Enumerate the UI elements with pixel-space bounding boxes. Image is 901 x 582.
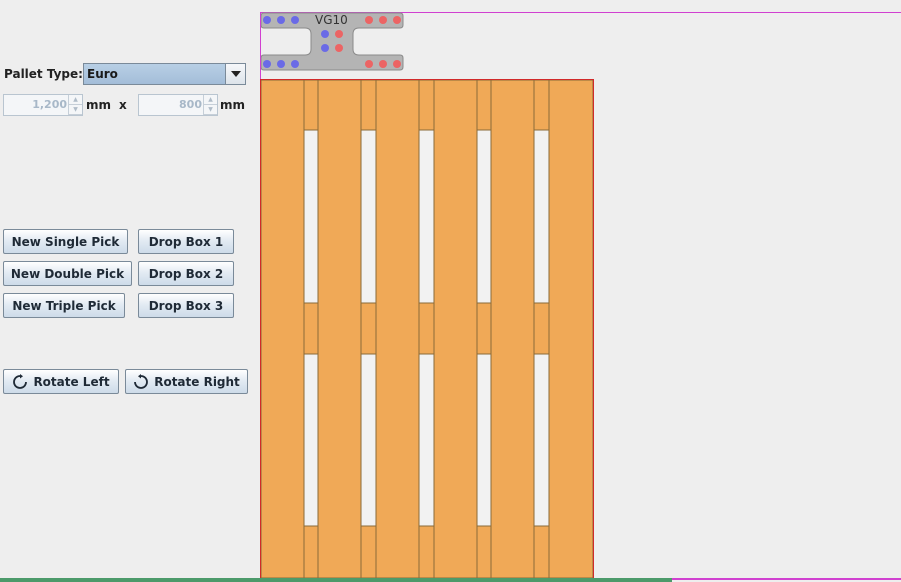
pallet-board (375, 79, 420, 579)
width-spinner[interactable]: 1,200 ▲ ▼ (3, 94, 83, 116)
drop-box-1-button[interactable]: Drop Box 1 (138, 229, 234, 254)
new-single-pick-button[interactable]: New Single Pick (3, 229, 128, 254)
pallet-gap (303, 79, 319, 579)
spinner-down-icon[interactable]: ▼ (69, 105, 82, 115)
spinner-down-icon[interactable]: ▼ (204, 105, 217, 115)
width-unit: mm (86, 98, 112, 112)
rotate-right-label: Rotate Right (154, 374, 240, 389)
pallet-type-value: Euro (87, 67, 118, 81)
chevron-down-icon[interactable] (225, 64, 245, 84)
pallet-type-combo[interactable]: Euro (83, 63, 246, 85)
pallet-board (317, 79, 362, 579)
workspace-border-bottom (672, 578, 901, 580)
pallet-gap (360, 79, 377, 579)
spinner-up-icon[interactable]: ▲ (69, 95, 82, 105)
rotate-left-button[interactable]: Rotate Left (3, 369, 119, 394)
length-spinner[interactable]: 800 ▲ ▼ (138, 94, 218, 116)
gripper-vg10[interactable]: VG10 (260, 12, 404, 72)
rotate-left-label: Rotate Left (33, 374, 110, 389)
rotate-right-icon (134, 373, 149, 389)
pallet-board (490, 79, 535, 579)
spinner-up-icon[interactable]: ▲ (204, 95, 217, 105)
pallet-drawing[interactable] (260, 79, 594, 579)
pallet-board (260, 79, 305, 579)
pallet-gap (418, 79, 435, 579)
status-bar-line (0, 578, 672, 582)
length-unit: mm (220, 98, 246, 112)
gripper-label: VG10 (315, 13, 348, 27)
new-double-pick-button[interactable]: New Double Pick (3, 261, 132, 286)
new-triple-pick-button[interactable]: New Triple Pick (3, 293, 125, 318)
drop-box-3-button[interactable]: Drop Box 3 (138, 293, 234, 318)
length-value: 800 (179, 98, 202, 111)
pallet-board (433, 79, 478, 579)
times-sign: x (119, 98, 127, 112)
rotate-left-icon (13, 373, 28, 389)
width-value: 1,200 (32, 98, 67, 111)
pallet-board (548, 79, 594, 579)
pallet-type-label: Pallet Type: (4, 67, 83, 81)
pallet-gap (533, 79, 550, 579)
rotate-right-button[interactable]: Rotate Right (125, 369, 248, 394)
pallet-gap (476, 79, 492, 579)
drop-box-2-button[interactable]: Drop Box 2 (138, 261, 234, 286)
